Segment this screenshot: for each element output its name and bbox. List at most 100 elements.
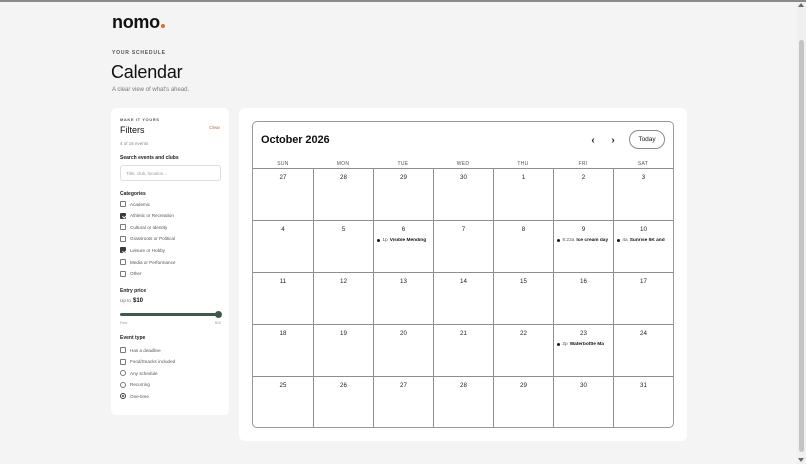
event-time: 9:23a	[562, 238, 575, 243]
day-number: 14	[460, 278, 467, 285]
page-eyebrow: YOUR SCHEDULE	[112, 50, 166, 56]
checkbox-checked-icon[interactable]	[120, 212, 126, 219]
calendar-day[interactable]: 8	[493, 221, 553, 273]
schedule-option[interactable]: One-time	[120, 392, 149, 400]
calendar-day[interactable]: 20	[373, 325, 433, 377]
calendar-day[interactable]: 24	[613, 325, 673, 377]
calendar-day[interactable]: 27	[253, 169, 313, 221]
calendar-day[interactable]: 21	[433, 325, 493, 377]
schedule-option[interactable]: Recurring	[120, 381, 150, 389]
calendar-event[interactable]: 9:23a Ice cream day	[557, 238, 613, 243]
radio-icon[interactable]	[120, 370, 126, 376]
calendar-day[interactable]: 7	[433, 221, 493, 273]
calendar-day[interactable]: 28	[433, 377, 493, 427]
event-type-heading: Event type	[120, 335, 146, 341]
schedule-option[interactable]: Any schedule	[120, 369, 158, 377]
event-type-option[interactable]: Food/Snacks included	[120, 358, 175, 366]
checkbox-icon[interactable]	[120, 259, 126, 265]
day-number: 9	[581, 226, 586, 233]
calendar-day[interactable]: 1	[493, 169, 553, 221]
chevron-right-icon[interactable]: ›	[606, 132, 620, 148]
price-max-label: $10	[215, 321, 221, 325]
category-label: Athletic or Recreation	[130, 213, 174, 219]
calendar-day[interactable]: 29	[493, 377, 553, 427]
event-type-option[interactable]: Has a deadline	[120, 346, 161, 354]
today-button[interactable]: Today	[629, 130, 665, 149]
calendar-day[interactable]: 23 2p Waterbottle Ma	[553, 325, 613, 377]
checkbox-icon[interactable]	[120, 270, 126, 277]
category-option[interactable]: Leisure or Hobby	[120, 246, 165, 254]
calendar-day[interactable]: 18	[253, 325, 313, 377]
calendar-event[interactable]: 4a Sunrise 5K and	[617, 238, 673, 243]
calendar-day[interactable]: 28	[313, 169, 373, 221]
day-number: 30	[460, 174, 467, 181]
calendar: October 2026 ‹ › Today SUN MON TUE WED THU FR…	[252, 121, 674, 428]
calendar-day[interactable]: 31	[613, 377, 673, 427]
day-number: 10	[640, 226, 647, 233]
scroll-down-arrow-icon[interactable]	[798, 458, 804, 462]
category-option[interactable]: Academic	[120, 200, 150, 208]
calendar-day[interactable]: 2	[553, 169, 613, 221]
calendar-day[interactable]: 29	[373, 169, 433, 221]
scrollbar-thumb[interactable]	[799, 40, 804, 452]
day-number: 20	[400, 330, 407, 337]
category-label: Academic	[130, 201, 151, 207]
category-option[interactable]: Media or Performance	[120, 258, 175, 266]
price-slider-fill	[120, 313, 218, 316]
calendar-day[interactable]: 26	[313, 377, 373, 427]
calendar-day[interactable]: 10 4a Sunrise 5K and	[613, 221, 673, 273]
calendar-day[interactable]: 19	[313, 325, 373, 377]
day-number: 3	[641, 174, 646, 181]
day-number: 5	[341, 226, 346, 233]
day-number: 27	[279, 174, 287, 181]
calendar-event[interactable]: 1p Visible Mending	[377, 238, 433, 243]
category-option[interactable]: Cultural or Identity	[120, 223, 167, 231]
clear-filters-button[interactable]: Clear	[209, 125, 220, 130]
checkbox-icon[interactable]	[120, 201, 126, 207]
category-option[interactable]: Athletic or Recreation	[120, 212, 174, 220]
page-scrollbar[interactable]	[797, 2, 806, 464]
calendar-day[interactable]: 13	[373, 273, 433, 325]
event-time: 2p	[562, 342, 568, 347]
search-label: Search events and clubs	[120, 155, 179, 161]
scroll-up-arrow-icon[interactable]	[798, 3, 804, 7]
event-dot-icon	[557, 342, 561, 347]
calendar-day[interactable]: 22	[493, 325, 553, 377]
checkbox-icon[interactable]	[120, 224, 126, 231]
checkbox-icon[interactable]	[120, 235, 126, 242]
calendar-day[interactable]: 17	[613, 273, 673, 325]
calendar-event[interactable]: 2p Waterbottle Ma	[557, 342, 613, 347]
calendar-day[interactable]: 11	[253, 273, 313, 325]
calendar-day[interactable]: 30	[433, 169, 493, 221]
filters-panel: MAKE IT YOURS Filters Clear 4 of 16 even…	[111, 108, 229, 415]
calendar-day[interactable]: 5	[313, 221, 373, 273]
price-slider-handle[interactable]	[214, 311, 222, 318]
calendar-day[interactable]: 25	[253, 377, 313, 427]
checkbox-icon[interactable]	[120, 347, 126, 353]
price-min-label: Free	[120, 321, 128, 325]
calendar-day[interactable]: 16	[553, 273, 613, 325]
category-option[interactable]: Grassroots or Political	[120, 235, 175, 243]
calendar-day[interactable]: 30	[553, 377, 613, 427]
price-slider[interactable]	[120, 311, 222, 318]
calendar-day[interactable]: 3	[613, 169, 673, 221]
category-label: Media or Performance	[130, 259, 176, 265]
calendar-day[interactable]: 4	[253, 221, 313, 273]
radio-icon[interactable]	[120, 381, 126, 388]
search-input[interactable]	[120, 165, 221, 181]
chevron-left-icon[interactable]: ‹	[586, 132, 600, 148]
calendar-day[interactable]: 14	[433, 273, 493, 325]
window-top-border	[0, 0, 806, 2]
category-option[interactable]: Other	[120, 270, 142, 278]
page-subtitle: A clear view of what's ahead.	[112, 87, 190, 93]
calendar-day[interactable]: 15	[493, 273, 553, 325]
calendar-day[interactable]: 27	[373, 377, 433, 427]
radio-selected-icon[interactable]	[120, 393, 126, 399]
checkbox-checked-icon[interactable]	[120, 247, 126, 254]
checkbox-icon[interactable]	[120, 358, 126, 365]
brand-logo[interactable]: nomo	[112, 12, 165, 33]
calendar-day[interactable]: 9 9:23a Ice cream day	[553, 221, 613, 273]
price-prefix: Up to	[120, 298, 131, 303]
calendar-day[interactable]: 6 1p Visible Mending	[373, 221, 433, 273]
calendar-day[interactable]: 12	[313, 273, 373, 325]
